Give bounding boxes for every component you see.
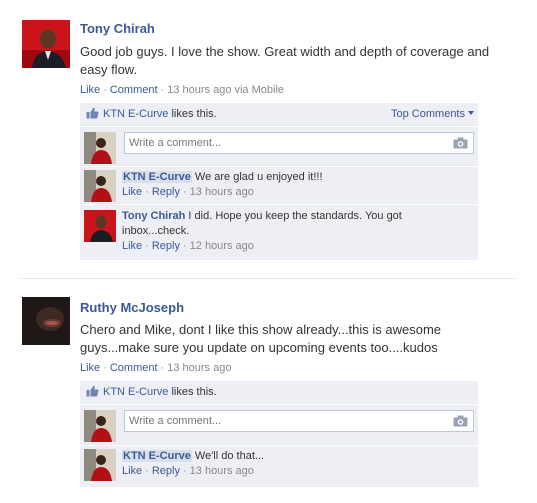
- comment-timestamp: 13 hours ago: [189, 186, 254, 198]
- comment-meta: Like · Reply · 13 hours ago: [122, 186, 254, 198]
- comment-text: We'll do that...: [194, 450, 265, 462]
- comment-link[interactable]: Comment: [110, 362, 158, 374]
- comment-link[interactable]: Comment: [110, 84, 158, 96]
- comment-timestamp: 12 hours ago: [189, 240, 254, 252]
- top-comments-label: Top Comments: [391, 108, 465, 120]
- comment-body: KTN E-Curve We'll do that...: [122, 449, 472, 464]
- avatar-tony-chirah[interactable]: [84, 210, 116, 242]
- avatar-tony-chirah[interactable]: [22, 20, 70, 68]
- comment-body: Tony Chirah I did. Hope you keep the sta…: [122, 209, 472, 239]
- like-link[interactable]: Like: [80, 84, 100, 96]
- write-comment-input[interactable]: Write a comment...: [124, 132, 474, 154]
- like-link[interactable]: Like: [122, 240, 142, 252]
- likes-suffix: likes this.: [168, 386, 217, 398]
- post-timestamp: 13 hours ago: [167, 362, 232, 374]
- avatar-ktn-e-curve[interactable]: [84, 449, 116, 481]
- write-comment-placeholder: Write a comment...: [129, 137, 222, 149]
- post-text: Chero and Mike, dont I like this show al…: [80, 322, 442, 355]
- write-comment-input[interactable]: Write a comment...: [124, 410, 474, 432]
- comment-meta: Like · Reply · 13 hours ago: [122, 465, 254, 477]
- camera-icon[interactable]: [453, 137, 468, 149]
- thumbs-up-icon: [86, 385, 99, 397]
- liker-name[interactable]: KTN E-Curve: [103, 108, 168, 120]
- likes-suffix: likes this.: [168, 108, 217, 120]
- post-timestamp: 13 hours ago via Mobile: [167, 84, 285, 96]
- avatar-ktn-e-curve: [84, 410, 116, 442]
- post-divider: [20, 278, 517, 279]
- post-author[interactable]: Tony Chirah: [80, 21, 155, 36]
- avatar-ktn-e-curve: [84, 132, 116, 164]
- post-meta: Like · Comment · 13 hours ago via Mobile: [80, 84, 285, 96]
- post-meta: Like · Comment · 13 hours ago: [80, 362, 232, 374]
- like-link[interactable]: Like: [122, 186, 142, 198]
- likes-row: KTN E-Curve likes this. Top Comments: [80, 103, 478, 126]
- reply-link[interactable]: Reply: [152, 465, 180, 477]
- post-author[interactable]: Ruthy McJoseph: [80, 300, 184, 315]
- thumbs-up-icon: [86, 107, 99, 119]
- avatar-ktn-e-curve[interactable]: [84, 170, 116, 202]
- comments-panel: KTN E-Curve likes this. Top Comments Wri…: [80, 103, 478, 260]
- write-comment-row: Write a comment...: [80, 404, 478, 445]
- comment-item: Tony Chirah I did. Hope you keep the sta…: [80, 204, 478, 258]
- chevron-down-icon: [468, 111, 474, 115]
- like-link[interactable]: Like: [122, 465, 142, 477]
- write-comment-row: Write a comment...: [80, 126, 478, 166]
- reply-link[interactable]: Reply: [152, 240, 180, 252]
- top-comments-dropdown[interactable]: Top Comments: [391, 103, 474, 125]
- post-text: Good job guys. I love the show. Great wi…: [80, 44, 490, 77]
- like-link[interactable]: Like: [80, 362, 100, 374]
- write-comment-placeholder: Write a comment...: [129, 415, 222, 427]
- comment-timestamp: 13 hours ago: [189, 465, 254, 477]
- comment-body: KTN E-Curve We are glad u enjoyed it!!!: [122, 170, 472, 185]
- comment-text: We are glad u enjoyed it!!!: [194, 171, 323, 183]
- comment-author[interactable]: KTN E-Curve: [122, 450, 192, 462]
- camera-icon[interactable]: [453, 415, 468, 427]
- reply-link[interactable]: Reply: [152, 186, 180, 198]
- likes-row: KTN E-Curve likes this.: [80, 381, 478, 404]
- comments-panel: KTN E-Curve likes this. Write a comment.…: [80, 381, 478, 487]
- liker-name[interactable]: KTN E-Curve: [103, 386, 168, 398]
- comment-item: KTN E-Curve We are glad u enjoyed it!!! …: [80, 166, 478, 204]
- comment-author[interactable]: KTN E-Curve: [122, 171, 192, 183]
- comment-meta: Like · Reply · 12 hours ago: [122, 240, 254, 252]
- avatar-ruthy-mcjoseph[interactable]: [22, 297, 70, 345]
- comment-author[interactable]: Tony Chirah: [122, 210, 185, 222]
- comment-item: KTN E-Curve We'll do that... Like · Reply ·…: [80, 445, 478, 485]
